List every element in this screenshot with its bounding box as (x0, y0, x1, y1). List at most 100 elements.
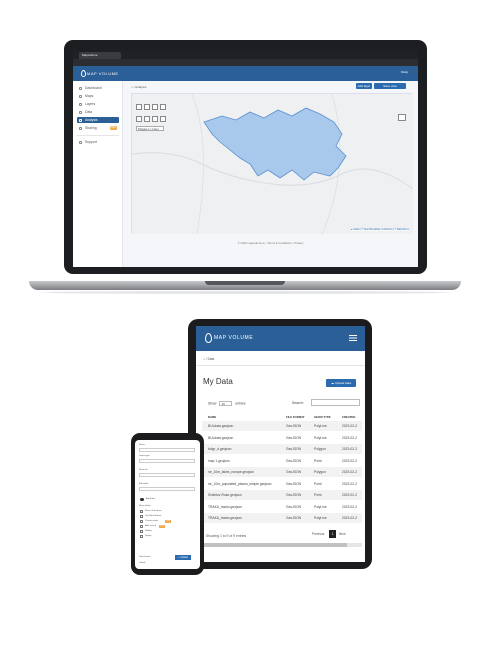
browser-tab[interactable]: Mapvolume (79, 52, 121, 59)
prev-page-button[interactable]: Previous (312, 530, 324, 538)
cell-geom-type: Point (314, 493, 322, 497)
sidebar: Dashboard Maps Layers Data Analysis Shar… (73, 81, 123, 267)
map-attribution: ● Leaflet | © OpenStreetMap contributors… (350, 229, 409, 231)
option-label: Cluster points (145, 520, 159, 522)
option-checkbox[interactable] (140, 530, 143, 533)
cell-created: 2023-02-2 (342, 447, 358, 451)
phone-notch (155, 435, 180, 438)
col-created[interactable]: CREATED (342, 415, 355, 419)
cell-created: 2023-02-2 (342, 458, 358, 463)
cell-created: 2023-02-2 (342, 435, 358, 440)
page-title: My Data (203, 377, 233, 386)
dashboard-icon (79, 86, 82, 90)
cell-created: 2023-02-2 (342, 481, 358, 486)
select-icon[interactable] (160, 116, 166, 122)
edit-fields-input[interactable] (139, 487, 195, 491)
col-name[interactable]: NAME (208, 415, 216, 419)
table-row[interactable]: map 1.geojson GeoJSON Point 2023-02-2 (202, 456, 362, 466)
map-view[interactable]: Polygon ▾ / 1 item ● Leaflet | © OpenStr… (131, 93, 413, 234)
sidebar-divider (77, 135, 119, 136)
fullscreen-icon[interactable] (152, 104, 158, 110)
scrollbar-thumb[interactable] (202, 543, 347, 547)
page-footer: © 2023 mapvolume.io • Terms & Conditions… (237, 241, 304, 245)
cell-file-format: GeoJSON (286, 424, 302, 428)
map-icon (79, 94, 82, 98)
entries-select[interactable]: 10 (219, 401, 233, 406)
attributes-toggle[interactable] (140, 498, 144, 501)
sidebar-item-layers[interactable]: Layers (77, 101, 119, 107)
geom-type-select[interactable] (139, 459, 195, 463)
table-row[interactable]: TRAKA_tracks.geojson GeoJSON PolyLine 2023-… (202, 502, 362, 512)
measure-icon[interactable] (152, 116, 158, 122)
main-content: ⌂ / Analysis Add layer Save view Polygon… (123, 81, 418, 267)
support-icon (79, 140, 82, 144)
browser-tabs: Mapvolume (73, 51, 418, 59)
col-file-format[interactable]: FILE FORMAT (286, 415, 305, 419)
divider (196, 365, 365, 366)
laptop-screen: Mapvolume • Mapvolume • mapvolume.io/pol… (73, 51, 418, 267)
laptop-notch (205, 281, 285, 285)
zoom-in-icon[interactable] (136, 104, 142, 110)
table-row[interactable]: TRAKA_tracks.geojson GeoJSON PolyLine 2023-… (202, 513, 362, 523)
upload-data-button[interactable]: ☁ Upload data (326, 379, 356, 387)
search-input[interactable] (311, 399, 360, 406)
pro-badge: PRO (109, 126, 117, 130)
layers-icon (79, 102, 82, 106)
cell-created: 2023-02-2 (342, 493, 358, 497)
cell-name: bulgr_d.geojson (208, 447, 232, 451)
user-menu[interactable]: Vitaly (401, 70, 408, 74)
table-row[interactable]: bulgr_d.geojson GeoJSON Polygon 2023-02-2 (202, 444, 362, 454)
option-checkbox[interactable] (140, 520, 143, 523)
draw-line-icon[interactable] (144, 116, 150, 122)
draw-polygon-icon[interactable] (136, 116, 142, 122)
next-page-button[interactable]: Next (339, 530, 346, 538)
option-checkbox[interactable] (140, 515, 143, 518)
field-label: Data format (139, 556, 151, 558)
layers-control-icon[interactable] (398, 114, 406, 121)
tablet-screen: MAP VOLUME ⌂ / Data My Data ☁ Upload dat… (196, 326, 365, 562)
upload-button[interactable]: + Upload (175, 555, 191, 560)
cell-geom-type: PolyLine (314, 435, 327, 440)
table-row[interactable]: Svishtov-Ruse.geojson GeoJSON Point 2023-02… (202, 490, 362, 500)
hamburger-menu-icon[interactable] (349, 335, 357, 336)
sidebar-item-support[interactable]: Support (77, 139, 119, 145)
app-header (73, 66, 418, 81)
name-input[interactable] (139, 448, 195, 452)
layer-select[interactable]: Polygon ▾ / 1 item (136, 126, 164, 131)
show-list-input[interactable] (139, 473, 195, 477)
table-row[interactable]: BULdata.geojson GeoJSON PolyLine 2023-02-2 (202, 433, 362, 443)
data-icon (79, 110, 82, 114)
table-row[interactable]: BULdata.geojson GeoJSON PolyLine 2023-02-2 (202, 421, 362, 431)
option-label: Add search (145, 525, 157, 527)
sidebar-item-analysis[interactable]: Analysis (77, 117, 119, 123)
sidebar-item-label: Data (85, 110, 93, 114)
pro-badge: PRO (159, 525, 165, 528)
option-checkbox[interactable] (140, 510, 143, 513)
sidebar-item-sharing[interactable]: Sharing PRO (77, 125, 119, 131)
cell-geom-type: Point (314, 458, 322, 463)
save-view-button[interactable]: Save view (374, 83, 406, 89)
cell-name: TRAKA_tracks.geojson (208, 516, 243, 520)
app-brand: MAP VOLUME (214, 335, 254, 341)
sidebar-item-maps[interactable]: Maps (77, 93, 119, 99)
option-label: Use filter/fill data (145, 515, 162, 517)
col-geom-type[interactable]: GEOM TYPE (314, 415, 331, 419)
cell-name: TRAKA_tracks.geojson (208, 504, 243, 509)
cell-file-format: GeoJSON (286, 435, 302, 440)
option-checkbox[interactable] (140, 525, 143, 528)
add-layer-button[interactable]: Add layer (356, 83, 372, 89)
sidebar-item-data[interactable]: Data (77, 109, 119, 115)
locate-icon[interactable] (160, 104, 166, 110)
page-1-button[interactable]: 1 (329, 530, 336, 538)
logo-pin-icon (81, 70, 86, 77)
sidebar-item-label: Dashboard (85, 86, 102, 90)
search-label: Search: (292, 401, 304, 405)
table-row[interactable]: ne_10m_populated_places_simple.geojson Ge… (202, 479, 362, 489)
sidebar-item-dashboard[interactable]: Dashboard (77, 85, 119, 91)
table-row[interactable]: ne_10m_lakes_europe.geojson GeoJSON Polygo… (202, 467, 362, 477)
zoom-out-icon[interactable] (144, 104, 150, 110)
sidebar-item-label: Analysis (85, 118, 98, 122)
option-checkbox[interactable] (140, 535, 143, 538)
laptop-shadow (40, 291, 450, 294)
entries-control: Show 10 entries (208, 401, 246, 406)
